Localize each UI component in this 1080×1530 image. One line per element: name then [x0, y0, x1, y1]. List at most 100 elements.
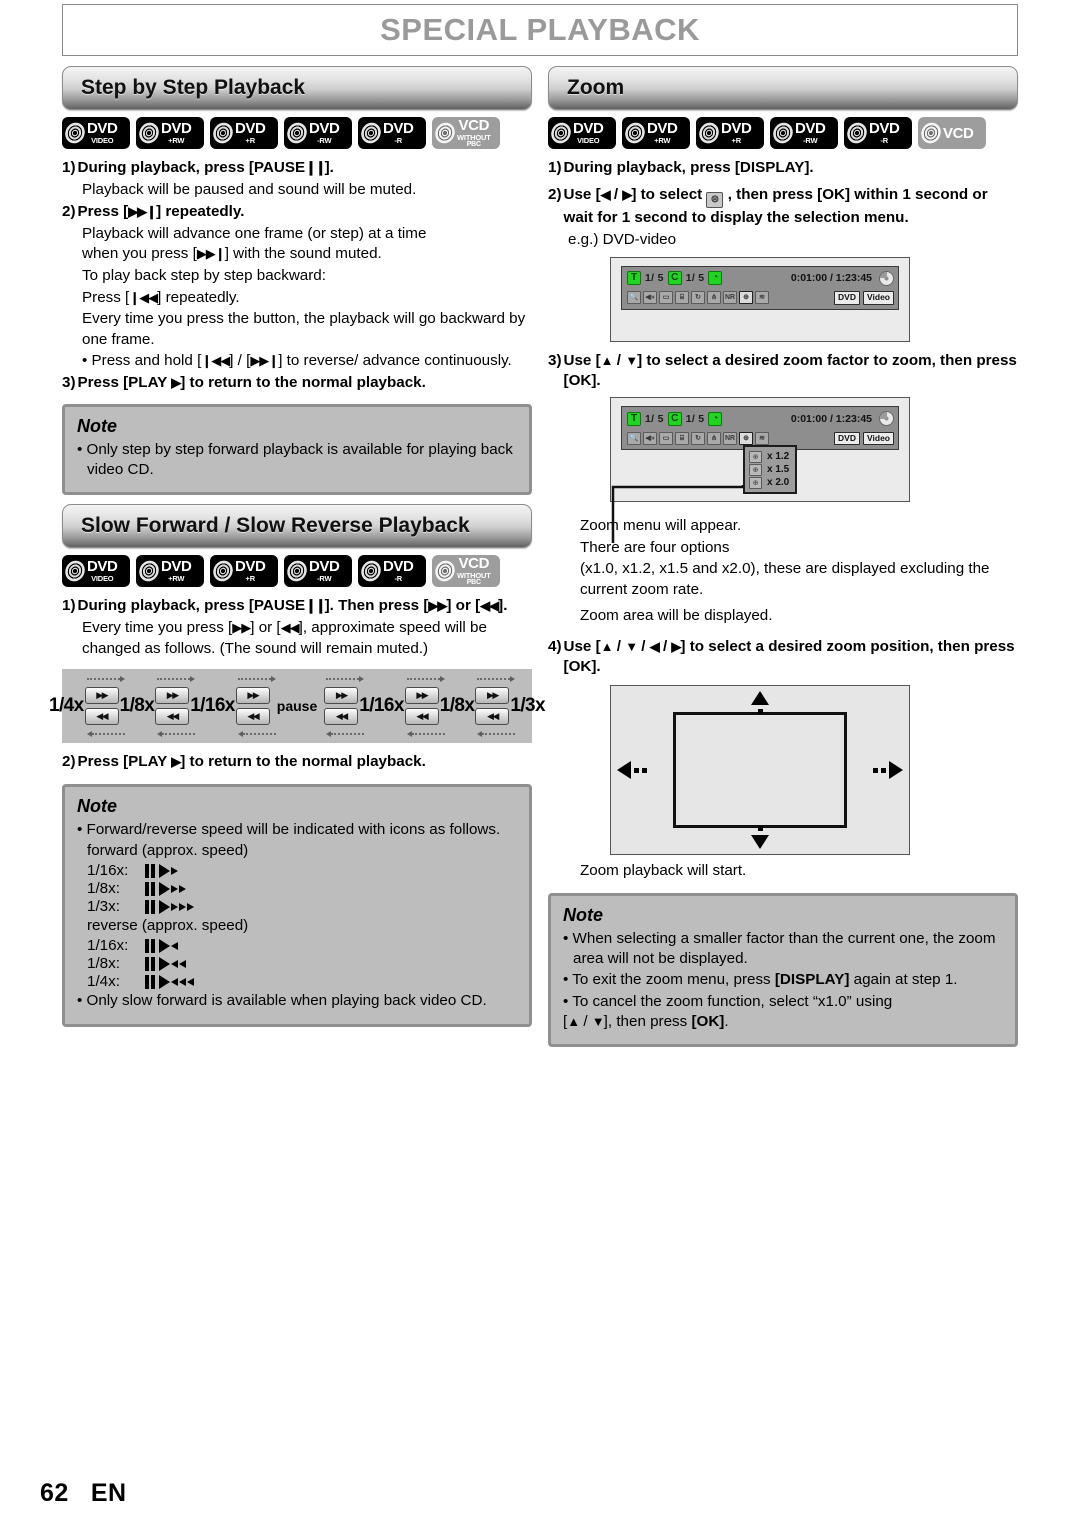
- rewind-icon: ◀◀: [480, 598, 499, 614]
- repeat-icon[interactable]: ↻: [691, 291, 705, 305]
- page-language: EN: [90, 1479, 127, 1507]
- disc-badge: DVD VIDEO: [62, 117, 130, 149]
- step-number: 1): [548, 159, 562, 176]
- note-bullet-mid: , then press: [607, 1012, 692, 1030]
- step-text: During playback, press [PAUSE: [77, 597, 306, 615]
- down-arrow-icon: ▼: [625, 638, 638, 654]
- disc-badge-title: DVD: [87, 120, 118, 138]
- step-item: 1) During playback, press [DISPLAY].: [548, 158, 1018, 178]
- marker-icon[interactable]: ⋔: [707, 431, 721, 445]
- next-frame-icon: ▶▶❙: [128, 203, 157, 219]
- angle-icon[interactable]: ⌸: [675, 431, 689, 445]
- search-icon[interactable]: 🔍: [627, 431, 641, 445]
- step-body: Playback will be paused and sound will b…: [82, 181, 417, 199]
- disc-badge-title: DVD: [87, 558, 118, 576]
- step-text: Use [: [563, 637, 601, 655]
- dashed-arrow-reverse: [86, 730, 125, 737]
- disc-badge: DVD -R: [358, 117, 426, 149]
- disc-badge-title: DVD: [161, 558, 192, 576]
- speed-button-pair: ▶▶ ◀◀: [324, 674, 365, 738]
- subtitle-icon[interactable]: ▭: [659, 291, 673, 305]
- disc-progress-icon: [879, 270, 894, 286]
- rewind-button[interactable]: ◀◀: [404, 708, 439, 726]
- speed-label: 1/3x: [510, 695, 545, 717]
- zoom-menu-item[interactable]: ⊕ x 1.5: [749, 463, 789, 476]
- angle-icon[interactable]: ⌸: [675, 291, 689, 305]
- step-text: Press [PLAY: [77, 373, 172, 391]
- fast-forward-button[interactable]: ▶▶: [84, 687, 119, 705]
- next-frame-icon: ▶▶❙: [196, 246, 226, 262]
- disc-icon: [549, 120, 573, 146]
- step-item: 3) Press [PLAY ▶] to return to the norma…: [62, 373, 532, 393]
- rewind-button[interactable]: ◀◀: [155, 708, 190, 726]
- disc-badge-subtitle2: PBC: [466, 579, 481, 587]
- zoom-position-diagram: [610, 685, 910, 856]
- slow-forward-2-icon: [145, 881, 186, 896]
- noise-reduction-icon[interactable]: NR: [723, 291, 737, 305]
- disc-badge-row-slow-playback: DVD VIDEO DVD +RW DVD +R DVD -RW DVD -R VCD WI…: [62, 555, 532, 588]
- disc-badge-subtitle: +R: [245, 136, 256, 146]
- up-arrow-icon: ▲: [600, 352, 614, 368]
- rewind-button[interactable]: ◀◀: [475, 708, 510, 726]
- title-badge-icon: T: [627, 411, 641, 426]
- disc-badge-subtitle: VIDEO: [91, 574, 114, 584]
- pause-icon: ❙❙: [305, 597, 327, 614]
- fast-forward-button[interactable]: ▶▶: [404, 687, 439, 705]
- step-number: 3): [548, 351, 562, 369]
- disc-icon: [359, 558, 383, 585]
- disc-badge: DVD VIDEO: [548, 117, 616, 149]
- chapter-badge-icon: C: [667, 411, 682, 426]
- fast-forward-button[interactable]: ▶▶: [324, 687, 359, 705]
- fast-forward-icon: ▶▶: [232, 620, 251, 636]
- disc-badge-subtitle: -RW: [803, 136, 818, 146]
- search-icon[interactable]: 🔍: [627, 291, 641, 305]
- time-value: 0:01:00 / 1:23:45: [790, 412, 872, 425]
- repeat-icon[interactable]: ↻: [691, 431, 705, 445]
- audio-icon[interactable]: ◀»: [643, 291, 657, 305]
- next-frame-icon: ▶▶❙: [250, 353, 279, 369]
- note-bullet-text: Only slow forward is available when play…: [86, 992, 487, 1010]
- page-footer: 62 EN: [40, 1479, 127, 1508]
- disc-badge-subtitle: +RW: [168, 136, 185, 146]
- disc-icon: [211, 558, 235, 585]
- disc-badge-subtitle: -RW: [317, 136, 332, 146]
- noise-reduction-icon[interactable]: NR: [723, 431, 737, 445]
- zoom-menu-item[interactable]: ⊕ x 1.2: [749, 450, 789, 463]
- fast-forward-button[interactable]: ▶▶: [475, 687, 510, 705]
- note-bullet-post: .: [724, 1012, 729, 1030]
- 3d-surround-icon[interactable]: ≋: [755, 291, 769, 305]
- step-text: During playback, press [DISPLAY].: [563, 159, 814, 176]
- speed-icon-label: 1/8x:: [87, 955, 120, 973]
- rewind-button[interactable]: ◀◀: [324, 708, 359, 726]
- audio-icon[interactable]: ◀»: [643, 431, 657, 445]
- step-body: Press [❙◀◀] repeatedly.: [82, 288, 532, 309]
- disc-badge-title: VCD: [458, 116, 490, 134]
- step-item: 2) Press [▶▶❙] repeatedly.: [62, 202, 532, 222]
- subtitle-icon[interactable]: ▭: [659, 431, 673, 445]
- zoom-icon[interactable]: ⊕: [739, 431, 753, 445]
- step-number: 4): [548, 637, 562, 655]
- step-text-mid: ] to select: [631, 186, 703, 204]
- disc-badge: DVD -RW: [770, 117, 838, 149]
- down-arrow-icon: ▼: [591, 1013, 605, 1029]
- step-text-end: ].: [324, 159, 334, 176]
- disc-badge-subtitle: VIDEO: [577, 136, 600, 146]
- 3d-surround-icon[interactable]: ≋: [755, 431, 769, 445]
- note-subheading: forward (approx. speed): [87, 841, 249, 859]
- osd-icon-row: 🔍 ◀» ▭ ⌸ ↻ ⋔ NR ⊕ ≋ DVD Video: [627, 430, 894, 446]
- disc-badge-title: DVD: [235, 558, 266, 576]
- step-text-mid: ]. Then press [: [324, 597, 429, 615]
- disc-badge-row-step-by-step: DVD VIDEO DVD +RW DVD +R DVD -RW DVD -R VCD WI…: [62, 117, 532, 149]
- zoom-icon[interactable]: ⊕: [739, 291, 753, 305]
- down-arrow-icon: ▼: [625, 352, 638, 368]
- page-number: 62: [40, 1479, 69, 1507]
- rewind-button[interactable]: ◀◀: [235, 708, 270, 726]
- marker-icon[interactable]: ⋔: [707, 291, 721, 305]
- left-arrow-icon: ◀: [649, 638, 660, 654]
- rewind-button[interactable]: ◀◀: [84, 708, 119, 726]
- osd-status-row: T 1/ 5 C 1/ 5 ◔ 0:01:00 / 1:23:45: [627, 270, 894, 287]
- dashed-arrow-reverse: [237, 730, 276, 737]
- fast-forward-button[interactable]: ▶▶: [155, 687, 190, 705]
- fast-forward-button[interactable]: ▶▶: [235, 687, 270, 705]
